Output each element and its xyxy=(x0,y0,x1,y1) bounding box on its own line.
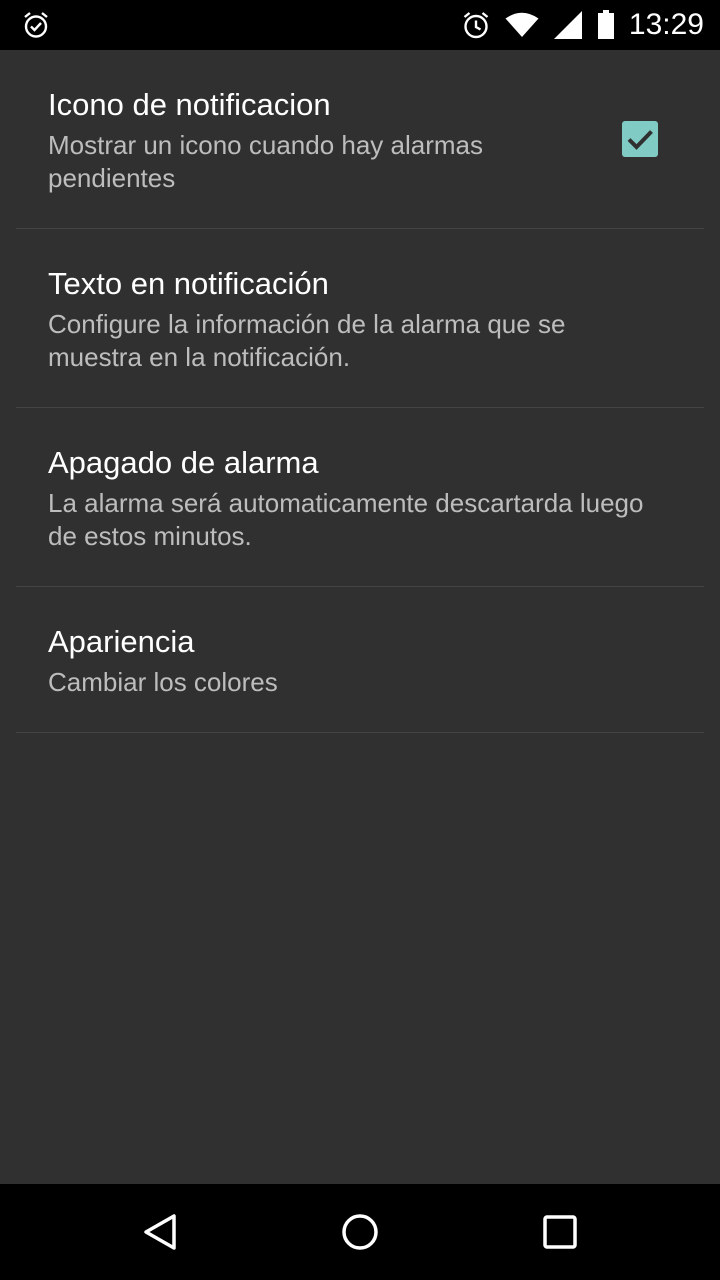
status-bar: 13:29 xyxy=(0,0,720,50)
wifi-icon xyxy=(505,12,539,38)
pref-alarm-timeout[interactable]: Apagado de alarma La alarma será automat… xyxy=(16,408,704,587)
home-icon[interactable] xyxy=(336,1208,384,1256)
pref-notification-icon[interactable]: Icono de notificacion Mostrar un icono c… xyxy=(16,50,704,229)
pref-summary: Cambiar los colores xyxy=(48,667,278,697)
pref-appearance[interactable]: Apariencia Cambiar los colores xyxy=(16,587,704,733)
battery-icon xyxy=(597,10,615,40)
signal-icon xyxy=(553,10,583,40)
status-time: 13:29 xyxy=(628,8,704,41)
checkmark-icon xyxy=(627,130,653,150)
pref-summary: Mostrar un icono cuando hay alarmas pend… xyxy=(48,130,484,193)
pref-summary: Configure la información de la alarma qu… xyxy=(48,309,566,372)
back-icon[interactable] xyxy=(136,1208,184,1256)
recents-icon[interactable] xyxy=(536,1208,584,1256)
pref-title: Texto en notificación xyxy=(48,266,329,301)
pref-summary: La alarma será automaticamente descartar… xyxy=(48,488,644,551)
pref-title: Icono de notificacion xyxy=(48,87,331,122)
pref-title: Apariencia xyxy=(48,624,195,659)
navigation-bar xyxy=(0,1184,720,1280)
alarm-check-icon xyxy=(22,11,50,39)
pref-notification-text[interactable]: Texto en notificación Configure la infor… xyxy=(16,229,704,408)
notification-icon-checkbox[interactable] xyxy=(622,121,658,157)
alarm-clock-icon xyxy=(461,10,491,40)
preference-list: Icono de notificacion Mostrar un icono c… xyxy=(0,50,720,1184)
pref-title: Apagado de alarma xyxy=(48,445,319,480)
